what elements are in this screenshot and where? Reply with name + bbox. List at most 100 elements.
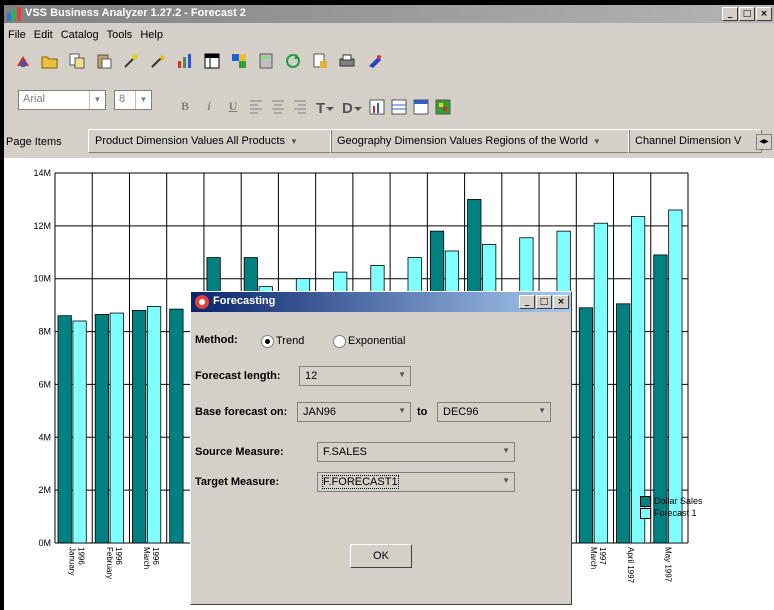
x-tick-label: 1996 (114, 547, 123, 565)
decimal-format-icon[interactable]: D (342, 100, 362, 117)
dialog-title: Forecasting (213, 295, 276, 307)
underline-button[interactable]: U (224, 97, 242, 115)
geography-dimension-text: Geography Dimension Values Regions of th… (337, 135, 588, 147)
product-dimension-select[interactable]: Product Dimension Values All Products ▼ (88, 129, 332, 153)
geography-dimension-select[interactable]: Geography Dimension Values Regions of th… (330, 129, 630, 153)
menu-help[interactable]: Help (136, 27, 167, 45)
minimize-button[interactable]: _ (722, 7, 738, 21)
to-label: to (417, 406, 428, 418)
channel-dimension-text: Channel Dimension V (635, 135, 742, 147)
x-tick-label: February (105, 547, 114, 579)
chart-type-icon[interactable] (369, 99, 385, 115)
exponential-radio[interactable] (333, 335, 346, 348)
y-tick-label: 4M (38, 432, 51, 442)
menu-catalog[interactable]: Catalog (57, 27, 103, 45)
dialog-title-bar[interactable]: Forecasting _ □ × (191, 292, 571, 312)
title-bar[interactable]: VSS Business Analyzer 1.27.2 - Forecast … (4, 5, 774, 23)
target-measure-value: F.FORECAST1 (322, 475, 399, 489)
grid-icon[interactable] (391, 99, 407, 115)
italic-button[interactable]: i (200, 97, 218, 115)
forecast-length-label: Forecast length: (195, 370, 281, 382)
maximize-button[interactable]: □ (739, 7, 755, 21)
chevron-down-icon: ▼ (135, 91, 151, 109)
legend-swatch (640, 507, 651, 519)
main-toolbar (14, 52, 392, 70)
close-button[interactable]: × (756, 7, 772, 21)
channel-dimension-select[interactable]: Channel Dimension V (628, 129, 762, 153)
forecast-length-value: 12 (305, 370, 318, 382)
tool-icon[interactable] (122, 52, 140, 70)
legend-label: Forecast 1 (654, 508, 697, 518)
bar (146, 306, 162, 544)
chevron-down-icon: ▼ (398, 370, 406, 379)
trend-radio[interactable] (261, 335, 274, 348)
svg-text:T: T (316, 100, 325, 117)
copy-icon[interactable] (68, 52, 86, 70)
size-select[interactable]: 8 ▼ (114, 90, 152, 110)
menu-edit[interactable]: Edit (30, 27, 57, 45)
svg-text:D: D (342, 100, 353, 117)
page-items-bar: Page Items Product Dimension Values All … (4, 129, 774, 155)
refresh-icon[interactable] (284, 52, 302, 70)
bar (578, 307, 594, 544)
trend-label: Trend (276, 335, 305, 347)
chevron-down-icon: ▼ (89, 91, 105, 109)
source-measure-select[interactable]: F.SALES ▼ (317, 442, 515, 462)
calc-icon[interactable] (257, 52, 275, 70)
x-tick-label: 1996 (77, 547, 86, 565)
x-tick-label: March (142, 547, 151, 569)
align-center-icon[interactable] (272, 100, 284, 114)
chevron-down-icon: ▼ (502, 476, 510, 485)
format-icons-group: T D (250, 99, 451, 117)
wand-icon[interactable] (149, 52, 167, 70)
bar (72, 320, 87, 544)
print-icon[interactable] (338, 52, 356, 70)
chevron-down-icon: ▼ (398, 406, 406, 415)
window-title: VSS Business Analyzer 1.27.2 - Forecast … (25, 7, 246, 19)
paste-icon[interactable] (95, 52, 113, 70)
legend-item: Dollar Sales (640, 495, 703, 507)
color-icon[interactable] (435, 99, 451, 115)
x-tick-label: April 1997 (626, 547, 635, 584)
number-format-icon[interactable]: T (316, 100, 334, 117)
align-right-icon[interactable] (294, 100, 306, 114)
base-to-select[interactable]: DEC96 ▼ (437, 402, 551, 422)
chevron-down-icon: ▼ (502, 446, 510, 455)
legend-icon[interactable] (413, 99, 429, 115)
table-icon[interactable] (203, 52, 221, 70)
chevron-down-icon: ▼ (289, 137, 298, 146)
bar (668, 209, 683, 544)
chart-icon[interactable] (176, 52, 194, 70)
bar (109, 312, 124, 544)
y-tick-label: 14M (33, 168, 51, 178)
page-items-label: Page Items (6, 136, 62, 148)
open-icon[interactable] (41, 52, 59, 70)
forecast-length-select[interactable]: 12 ▼ (299, 366, 411, 386)
bar (132, 310, 147, 544)
chevron-down-icon: ▼ (538, 406, 546, 415)
align-left-icon[interactable] (250, 100, 262, 114)
dialog-maximize-button[interactable]: □ (536, 295, 552, 309)
chart-legend: Dollar Sales Forecast 1 (640, 495, 703, 519)
base-from-select[interactable]: JAN96 ▼ (297, 402, 411, 422)
help-icon[interactable] (365, 52, 383, 70)
target-measure-label: Target Measure: (195, 476, 280, 488)
dialog-minimize-button[interactable]: _ (519, 295, 535, 309)
app-icon (7, 7, 21, 21)
export-icon[interactable] (311, 52, 329, 70)
ok-button[interactable]: OK (350, 544, 412, 568)
bar (169, 308, 184, 544)
page-items-scroll-arrows[interactable]: ◀▶ (756, 134, 772, 150)
legend-label: Dollar Sales (654, 496, 703, 506)
y-tick-label: 0M (38, 538, 51, 548)
x-tick-label: May 1997 (663, 547, 672, 583)
new-icon[interactable] (14, 52, 32, 70)
dialog-close-button[interactable]: × (553, 295, 569, 309)
menu-file[interactable]: File (4, 27, 30, 45)
target-measure-select[interactable]: F.FORECAST1 ▼ (317, 472, 515, 492)
bold-button[interactable]: B (176, 97, 194, 115)
pivot-icon[interactable] (230, 52, 248, 70)
menu-tools[interactable]: Tools (103, 27, 137, 45)
y-tick-label: 10M (33, 274, 51, 284)
font-select[interactable]: Arial ▼ (18, 90, 106, 110)
